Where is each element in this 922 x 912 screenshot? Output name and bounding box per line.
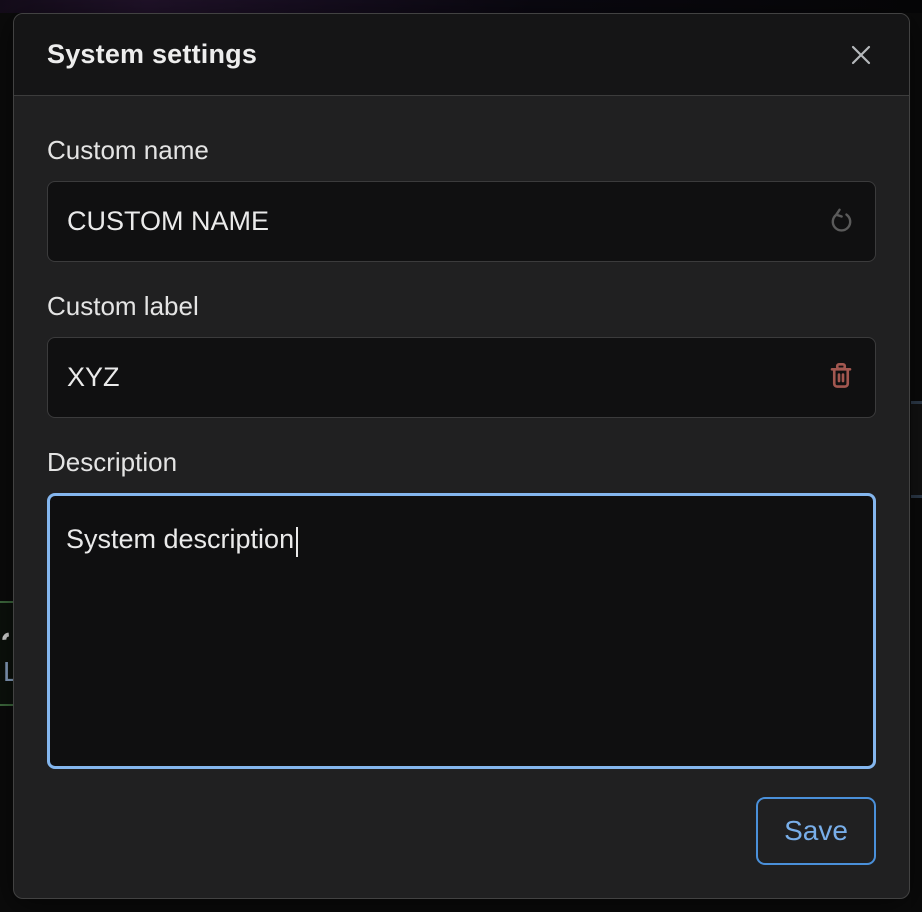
background-partial-glyph — [0, 629, 13, 650]
custom-label-field-group — [47, 337, 876, 418]
description-label: Description — [47, 446, 876, 478]
dialog-header: System settings — [14, 14, 909, 96]
description-textarea[interactable]: System description — [47, 493, 876, 769]
delete-custom-label-button[interactable] — [818, 355, 864, 401]
reset-custom-name-button[interactable] — [818, 199, 864, 245]
system-settings-dialog: System settings Custom name — [13, 13, 910, 899]
description-text: System description — [66, 524, 294, 554]
background-divider-line — [911, 495, 922, 498]
dialog-footer: Save — [47, 797, 876, 865]
screen: L System settings Custom name — [0, 0, 922, 912]
custom-name-label: Custom name — [47, 134, 876, 166]
trash-icon — [826, 361, 856, 394]
custom-name-input[interactable] — [47, 181, 876, 262]
text-cursor — [296, 527, 298, 557]
dialog-title: System settings — [47, 39, 257, 70]
background-partial-letter: L — [3, 655, 13, 689]
background-top-strip — [0, 0, 922, 13]
close-icon — [846, 40, 876, 70]
close-button[interactable] — [839, 33, 883, 77]
custom-name-field-group — [47, 181, 876, 262]
background-divider-line — [911, 401, 922, 404]
background-left-snippet: L — [0, 601, 13, 706]
custom-label-input[interactable] — [47, 337, 876, 418]
background-right-segment — [911, 403, 922, 495]
custom-label-label: Custom label — [47, 290, 876, 322]
background-right-strip — [911, 13, 922, 912]
save-button[interactable]: Save — [756, 797, 876, 865]
reset-icon — [827, 206, 856, 238]
dialog-body: Custom name Custom label — [14, 96, 909, 899]
